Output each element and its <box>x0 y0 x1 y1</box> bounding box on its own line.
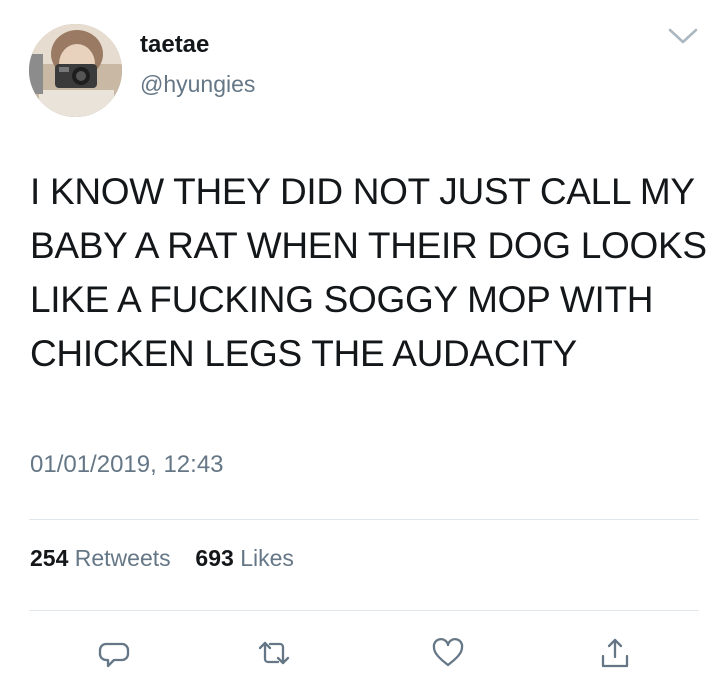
share-icon <box>601 638 629 668</box>
retweets-stat[interactable]: 254 Retweets <box>30 545 177 571</box>
user-handle[interactable]: @hyungies <box>140 71 255 98</box>
profile-photo-icon <box>29 24 122 117</box>
reply-icon <box>98 642 130 668</box>
retweet-icon <box>258 641 290 665</box>
retweets-label: Retweets <box>74 545 171 571</box>
likes-stat[interactable]: 693 Likes <box>195 545 293 571</box>
heart-icon <box>432 638 464 667</box>
share-button[interactable] <box>598 636 632 670</box>
display-name[interactable]: taetae <box>140 31 209 59</box>
avatar[interactable] <box>29 24 122 117</box>
like-button[interactable] <box>431 636 465 670</box>
divider <box>29 610 699 611</box>
divider <box>29 519 699 520</box>
retweets-count: 254 <box>30 545 69 571</box>
reply-button[interactable] <box>97 636 131 670</box>
likes-label: Likes <box>240 545 294 571</box>
retweet-button[interactable] <box>257 636 291 670</box>
likes-count: 693 <box>195 545 234 571</box>
tweet-text: I KNOW THEY DID NOT JUST CALL MY BABY A … <box>30 171 707 374</box>
chevron-down-icon[interactable] <box>667 24 699 48</box>
timestamp[interactable]: 01/01/2019, 12:43 <box>30 451 224 479</box>
tweet-card: taetae @hyungies I KNOW THEY DID NOT JUS… <box>0 0 728 700</box>
tweet-stats: 254 Retweets 693 Likes <box>30 545 294 572</box>
